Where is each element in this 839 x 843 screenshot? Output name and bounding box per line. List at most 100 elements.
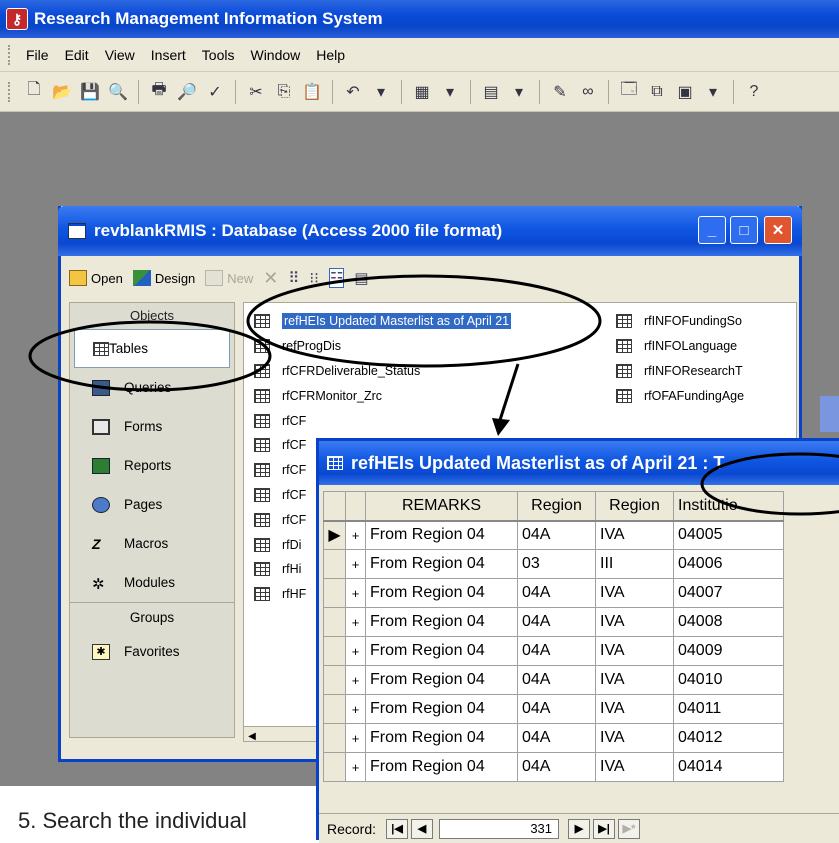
close-button[interactable]: ✕: [764, 216, 792, 244]
record-selector[interactable]: [323, 694, 346, 724]
record-selector[interactable]: [323, 549, 346, 579]
save-icon[interactable]: 💾: [77, 79, 103, 105]
table-row[interactable]: ▶ + From Region 04 04A IVA 04005: [323, 520, 784, 550]
new-record-button[interactable]: ▶*: [618, 818, 641, 839]
minimize-button[interactable]: _: [698, 216, 726, 244]
select-all-corner[interactable]: [323, 491, 346, 522]
cell-remarks[interactable]: From Region 04: [365, 694, 518, 724]
cell-region-2[interactable]: III: [595, 549, 674, 579]
list-view-icon[interactable]: ☷: [328, 268, 345, 288]
large-icons-icon[interactable]: ⠿: [288, 269, 299, 287]
list-item[interactable]: rfINFOLanguage: [616, 334, 796, 359]
cell-institution[interactable]: 04008: [673, 607, 784, 637]
relationships-icon[interactable]: ⧉: [644, 79, 670, 105]
table-row[interactable]: + From Region 04 03 III 04006: [323, 549, 784, 579]
analyze-icon[interactable]: ▤: [478, 79, 504, 105]
table-row[interactable]: + From Region 04 04A IVA 04014: [323, 752, 784, 782]
access-key-icon[interactable]: ⚷: [6, 8, 28, 30]
cell-region[interactable]: 04A: [517, 694, 596, 724]
spelling-icon[interactable]: ✓: [202, 79, 228, 105]
list-item[interactable]: rfINFOResearchT: [616, 359, 796, 384]
list-item[interactable]: refHEIs Updated Masterlist as of April 2…: [254, 309, 604, 334]
expand-subdatasheet-icon[interactable]: +: [345, 723, 366, 753]
list-item[interactable]: rfOFAFundingAge: [616, 383, 796, 408]
database-window-title-bar[interactable]: revblankRMIS : Database (Access 2000 fil…: [58, 206, 802, 256]
menu-insert[interactable]: Insert: [151, 47, 186, 63]
print-icon[interactable]: 🖶: [146, 79, 172, 105]
objects-item-queries[interactable]: Queries: [70, 368, 234, 407]
delete-icon[interactable]: ✕: [263, 268, 278, 289]
table-window-title-bar[interactable]: refHEIs Updated Masterlist as of April 2…: [319, 441, 839, 485]
open-button[interactable]: Open: [69, 270, 123, 286]
menu-tools[interactable]: Tools: [202, 47, 235, 63]
code-icon[interactable]: ∞: [575, 79, 601, 105]
last-record-button[interactable]: ▶|: [593, 818, 616, 839]
expand-subdatasheet-icon[interactable]: +: [345, 665, 366, 695]
new-object-icon[interactable]: ▣: [672, 79, 698, 105]
column-header-remarks[interactable]: REMARKS: [365, 491, 518, 522]
script-editor-icon[interactable]: ✎: [547, 79, 573, 105]
next-record-button[interactable]: ▶: [568, 818, 591, 839]
table-row[interactable]: + From Region 04 04A IVA 04009: [323, 636, 784, 666]
record-selector[interactable]: [323, 723, 346, 753]
copy-icon[interactable]: ⎘: [271, 79, 297, 105]
expand-subdatasheet-icon[interactable]: +: [345, 549, 366, 579]
record-number-field[interactable]: 331: [439, 818, 560, 839]
toolbar-grip[interactable]: [8, 81, 12, 102]
cell-region[interactable]: 04A: [517, 520, 596, 550]
new-button[interactable]: New: [205, 270, 253, 286]
chevron-down-icon[interactable]: ▾: [506, 79, 532, 105]
cell-remarks[interactable]: From Region 04: [365, 723, 518, 753]
cell-region[interactable]: 04A: [517, 636, 596, 666]
cell-remarks[interactable]: From Region 04: [365, 665, 518, 695]
record-selector[interactable]: [323, 636, 346, 666]
objects-item-tables[interactable]: Tables: [74, 329, 230, 368]
table-row[interactable]: + From Region 04 04A IVA 04011: [323, 694, 784, 724]
print-preview-icon[interactable]: 🔎: [174, 79, 200, 105]
menu-help[interactable]: Help: [316, 47, 345, 63]
objects-item-pages[interactable]: Pages: [70, 485, 234, 524]
record-selector[interactable]: [323, 607, 346, 637]
objects-item-reports[interactable]: Reports: [70, 446, 234, 485]
table-row[interactable]: + From Region 04 04A IVA 04010: [323, 665, 784, 695]
cell-region-2[interactable]: IVA: [595, 578, 674, 608]
menu-window[interactable]: Window: [250, 47, 300, 63]
list-item[interactable]: rfCF: [254, 408, 604, 433]
design-button[interactable]: Design: [132, 270, 195, 286]
cell-institution[interactable]: 04009: [673, 636, 784, 666]
cell-region-2[interactable]: IVA: [595, 607, 674, 637]
cell-remarks[interactable]: From Region 04: [365, 549, 518, 579]
table-row[interactable]: + From Region 04 04A IVA 04012: [323, 723, 784, 753]
column-header-region-2[interactable]: Region: [595, 491, 674, 522]
groups-item-favorites[interactable]: ✱ Favorites: [70, 632, 234, 671]
chevron-down-icon[interactable]: ▾: [700, 79, 726, 105]
menu-file[interactable]: File: [26, 47, 49, 63]
cell-institution[interactable]: 04014: [673, 752, 784, 782]
details-view-icon[interactable]: ▤: [354, 269, 368, 287]
cell-region-2[interactable]: IVA: [595, 723, 674, 753]
cell-remarks[interactable]: From Region 04: [365, 636, 518, 666]
cell-region[interactable]: 04A: [517, 723, 596, 753]
table-row[interactable]: + From Region 04 04A IVA 04008: [323, 607, 784, 637]
cell-institution[interactable]: 04005: [673, 520, 784, 550]
cell-region[interactable]: 04A: [517, 578, 596, 608]
expand-subdatasheet-icon[interactable]: +: [345, 520, 366, 550]
cell-remarks[interactable]: From Region 04: [365, 520, 518, 550]
objects-item-forms[interactable]: Forms: [70, 407, 234, 446]
cell-region[interactable]: 04A: [517, 665, 596, 695]
open-folder-icon[interactable]: 📂: [49, 79, 75, 105]
new-file-icon[interactable]: 🗋: [21, 79, 47, 105]
expand-subdatasheet-icon[interactable]: +: [345, 636, 366, 666]
list-item[interactable]: refProgDis: [254, 334, 604, 359]
menu-grip[interactable]: [8, 44, 12, 65]
record-selector[interactable]: [323, 578, 346, 608]
expand-subdatasheet-icon[interactable]: +: [345, 578, 366, 608]
cell-region[interactable]: 04A: [517, 752, 596, 782]
cell-region[interactable]: 03: [517, 549, 596, 579]
paste-icon[interactable]: 📋: [299, 79, 325, 105]
chevron-down-icon[interactable]: ▾: [368, 79, 394, 105]
help-icon[interactable]: ?: [741, 79, 767, 105]
cell-institution[interactable]: 04010: [673, 665, 784, 695]
current-record-indicator[interactable]: ▶: [323, 520, 346, 550]
previous-record-button[interactable]: ◀: [411, 818, 434, 839]
